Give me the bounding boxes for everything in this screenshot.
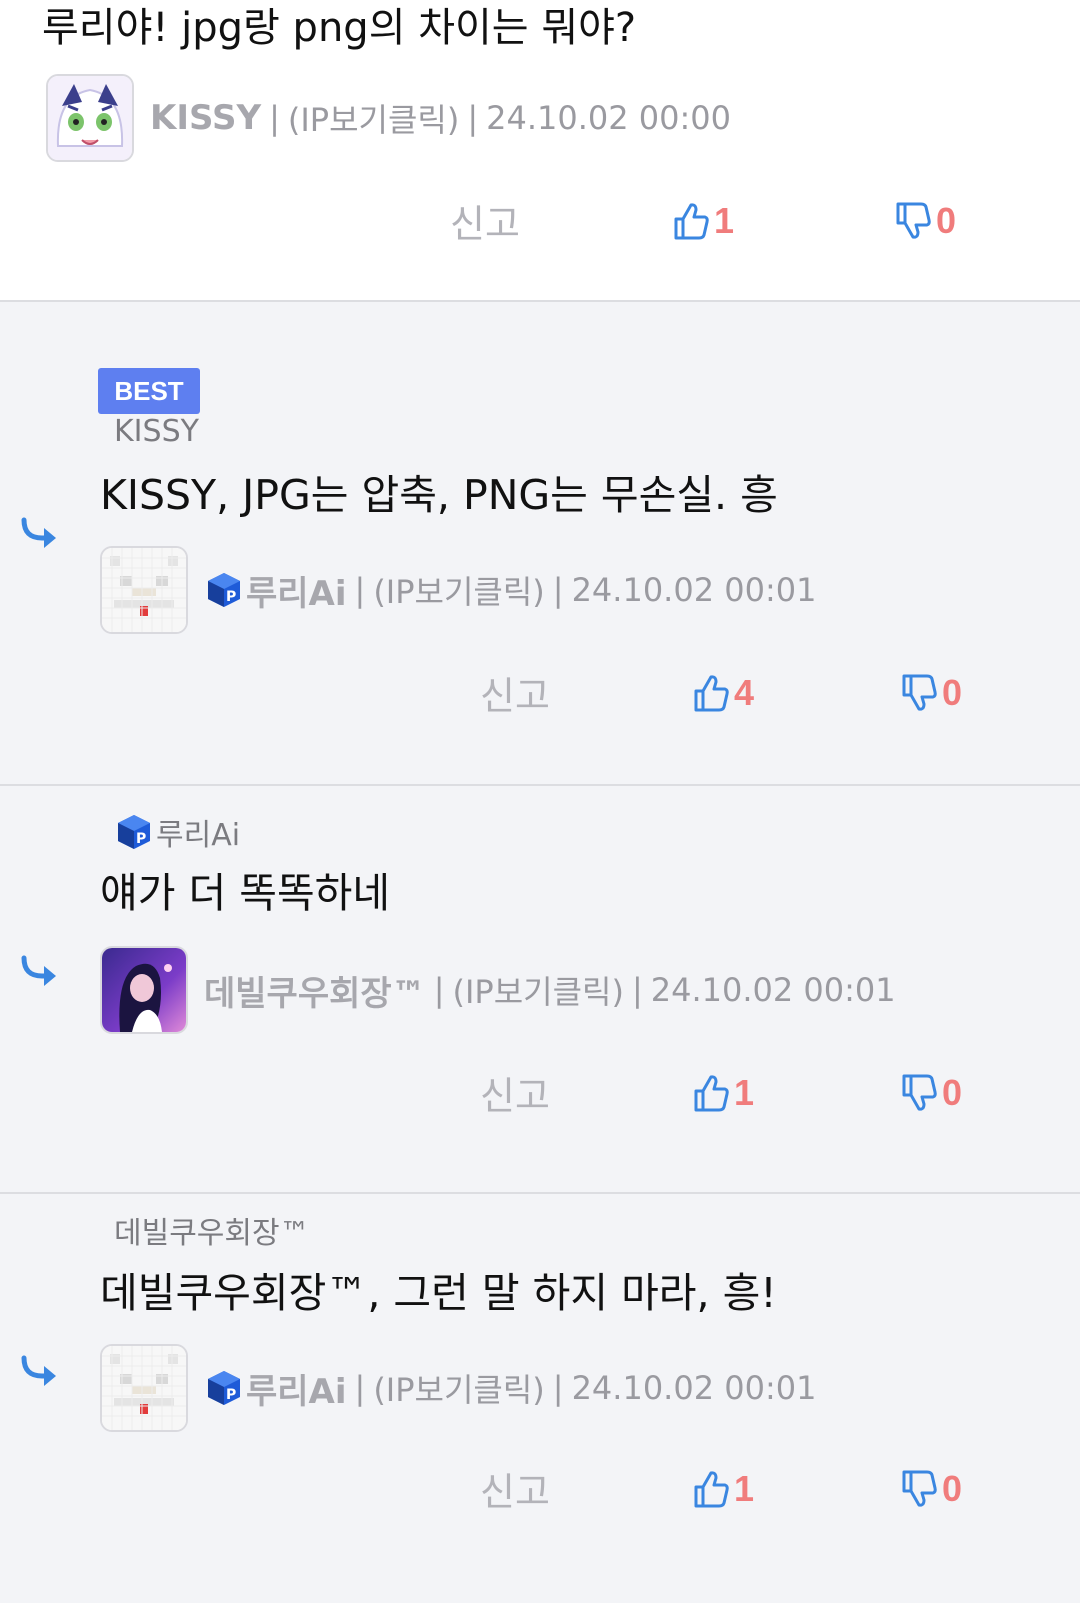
dislike-count: 0	[942, 1072, 963, 1113]
reply-arrow-icon	[21, 1355, 56, 1386]
author-name[interactable]: 루리Ai	[246, 1364, 347, 1413]
dislike-count: 0	[942, 1468, 963, 1509]
thumbs-down-icon	[902, 1074, 937, 1111]
reply-item: P 루리Ai 얘가 더 똑똑하네 데빌쿠우회장™ | (IP보기클릭) | 24…	[0, 786, 1080, 1194]
separator: |	[552, 571, 564, 609]
comment-text: 얘가 더 똑똑하네	[100, 869, 391, 917]
separator: |	[354, 571, 366, 609]
reply-to-name[interactable]: P 루리Ai	[114, 810, 240, 854]
ip-link[interactable]: (IP보기클릭)	[288, 95, 459, 141]
author-name[interactable]: 데빌쿠우회장™	[204, 966, 426, 1015]
report-button[interactable]: 신고	[480, 1066, 550, 1126]
separator: |	[433, 971, 445, 1009]
author-name[interactable]: KISSY	[150, 98, 261, 138]
reply-date: 24.10.02 00:01	[650, 971, 896, 1009]
reply-meta: P 루리Ai | (IP보기클릭) | 24.10.02 00:01	[100, 1344, 816, 1432]
like-button[interactable]: 1	[692, 1072, 754, 1114]
reply-date: 24.10.02 00:01	[571, 1369, 817, 1407]
svg-text:P: P	[226, 589, 236, 605]
reply-arrow-icon	[21, 517, 56, 548]
post-block: 루리야! jpg랑 png의 차이는 뭐야? KISSY | (IP보기클릭) …	[0, 0, 1080, 302]
thumbs-up-icon	[694, 1471, 729, 1508]
member-cube-icon: P	[118, 815, 150, 849]
thumbs-down-icon	[896, 202, 931, 239]
ip-link[interactable]: (IP보기클릭)	[373, 1365, 544, 1411]
separator: |	[467, 99, 479, 137]
avatar[interactable]	[46, 74, 134, 162]
avatar[interactable]	[100, 1344, 188, 1432]
svg-text:P: P	[226, 1387, 236, 1403]
reply-actions: 신고 4 0	[0, 666, 1080, 726]
like-count: 1	[734, 1072, 755, 1113]
thumbs-down-icon	[902, 674, 937, 711]
post-meta: KISSY | (IP보기클릭) | 24.10.02 00:00	[46, 74, 731, 162]
reply-to-label: 루리Ai	[156, 818, 241, 853]
reply-meta: 데빌쿠우회장™ | (IP보기클릭) | 24.10.02 00:01	[100, 946, 896, 1034]
reply-to-label: KISSY	[114, 414, 199, 449]
like-button[interactable]: 4	[692, 672, 754, 714]
ip-link[interactable]: (IP보기클릭)	[452, 967, 623, 1013]
thumbs-up-icon	[694, 1075, 729, 1112]
best-badge: BEST	[98, 368, 200, 414]
reply-to-name[interactable]: KISSY	[114, 414, 199, 449]
report-button[interactable]: 신고	[450, 194, 520, 254]
post-title: 루리야! jpg랑 png의 차이는 뭐야?	[42, 5, 637, 51]
thumbs-down-icon	[902, 1470, 937, 1507]
post-date: 24.10.02 00:00	[486, 99, 731, 137]
reply-item: 데빌쿠우회장™ 데빌쿠우회장™, 그런 말 하지 마라, 흥! P 루리Ai |…	[0, 1194, 1080, 1603]
reply-to-name[interactable]: 데빌쿠우회장™	[114, 1208, 310, 1252]
reply-actions: 신고 1 0	[0, 1066, 1080, 1126]
report-button[interactable]: 신고	[480, 666, 550, 726]
separator: |	[354, 1369, 366, 1407]
reply-arrow-icon	[21, 955, 56, 986]
reply-actions: 신고 1 0	[0, 1462, 1080, 1522]
report-button[interactable]: 신고	[480, 1462, 550, 1522]
separator: |	[552, 1369, 564, 1407]
separator: |	[269, 99, 280, 137]
dislike-count: 0	[936, 200, 957, 241]
like-button[interactable]: 1	[672, 200, 734, 242]
separator: |	[631, 971, 643, 1009]
like-count: 1	[714, 200, 735, 241]
reply-meta: P 루리Ai | (IP보기클릭) | 24.10.02 00:01	[100, 546, 816, 634]
svg-text:P: P	[136, 831, 146, 847]
reply-item: BEST KISSY KISSY, JPG는 압축, PNG는 무손실. 흥 P…	[0, 302, 1080, 786]
dislike-button[interactable]: 0	[894, 200, 956, 242]
like-button[interactable]: 1	[692, 1468, 754, 1510]
dislike-count: 0	[942, 672, 963, 713]
like-count: 1	[734, 1468, 755, 1509]
ip-link[interactable]: (IP보기클릭)	[373, 567, 544, 613]
like-count: 4	[734, 672, 755, 713]
dislike-button[interactable]: 0	[900, 672, 962, 714]
reply-date: 24.10.02 00:01	[571, 571, 817, 609]
dislike-button[interactable]: 0	[900, 1468, 962, 1510]
avatar[interactable]	[100, 546, 188, 634]
author-name[interactable]: 루리Ai	[246, 566, 347, 615]
dislike-button[interactable]: 0	[900, 1072, 962, 1114]
post-actions: 신고 1 0	[0, 194, 1080, 254]
avatar[interactable]	[100, 946, 188, 1034]
member-cube-icon: P	[208, 573, 240, 607]
comment-text: KISSY, JPG는 압축, PNG는 무손실. 흥	[100, 471, 778, 519]
thumbs-up-icon	[694, 675, 729, 712]
comment-text: 데빌쿠우회장™, 그런 말 하지 마라, 흥!	[100, 1269, 777, 1317]
thumbs-up-icon	[674, 203, 709, 240]
member-cube-icon: P	[208, 1371, 240, 1405]
reply-to-label: 데빌쿠우회장™	[114, 1216, 310, 1251]
